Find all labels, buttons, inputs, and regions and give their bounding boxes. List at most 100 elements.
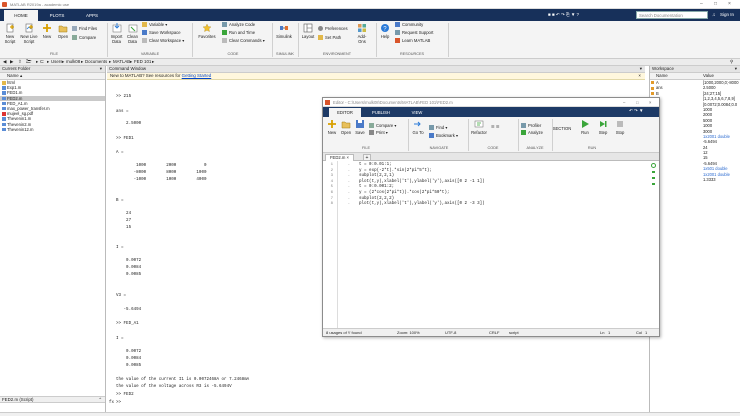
editor-analyze-button[interactable]: Analyze (521, 130, 543, 136)
community-button[interactable]: Community (395, 22, 423, 28)
file-tab-fed2[interactable]: FED2.m × (325, 154, 354, 161)
new-script-button[interactable]: New Script (2, 23, 18, 44)
open-button[interactable]: Open (56, 23, 70, 39)
breakpoint-marker[interactable]: - (340, 202, 350, 206)
add-tab-button[interactable]: + (363, 154, 371, 161)
editor-profiler-button[interactable]: Profiler (521, 123, 541, 129)
file-details-bar[interactable]: FED2.m (Script) ⌃ (0, 395, 105, 403)
editor-indent-buttons[interactable]: ☰ ☰ (491, 124, 500, 130)
new-live-script-button[interactable]: New Live Script (20, 23, 38, 44)
save-workspace-button[interactable]: Save Workspace (142, 30, 181, 36)
command-line: 1000 2000 0 (116, 164, 207, 168)
new-variable-button[interactable]: Variable ▾ (142, 22, 167, 28)
breakpoint-marker[interactable]: - (340, 191, 350, 195)
editor-stop-button[interactable]: Stop (613, 119, 627, 135)
breadcrumb-4[interactable]: MATLAB (113, 59, 130, 65)
editor-open-button[interactable]: Open (340, 119, 352, 135)
breadcrumb-3[interactable]: Documents (85, 59, 107, 65)
bell-icon[interactable]: ♫ (712, 11, 715, 19)
tab-home[interactable]: HOME (4, 10, 38, 21)
maximize-icon[interactable]: □ (714, 1, 717, 7)
breakpoint-marker[interactable]: - (340, 197, 350, 201)
compare-button[interactable]: Compare (72, 35, 96, 41)
preferences-button[interactable]: Preferences (318, 26, 348, 32)
breakpoint-marker[interactable]: - (340, 163, 350, 167)
tab-view[interactable]: VIEW (401, 108, 433, 117)
breakpoint-marker[interactable]: - (340, 180, 350, 184)
minimize-icon[interactable]: – (623, 98, 625, 107)
editor-section-button[interactable]: SECTION (551, 126, 573, 131)
editor-new-button[interactable]: New (326, 119, 338, 135)
help-button[interactable]: ? Help (378, 23, 392, 39)
close-icon[interactable]: × (649, 98, 651, 107)
editor-bookmark-button[interactable]: Bookmark ▾ (429, 133, 458, 139)
layout-button[interactable]: Layout (300, 23, 316, 39)
list-item[interactable]: Thevenin12.m (0, 127, 105, 132)
tab-apps[interactable]: APPS (75, 10, 109, 21)
analyzer-marker[interactable] (652, 171, 655, 173)
panel-menu-icon[interactable]: ▾ (640, 66, 642, 72)
set-path-button[interactable]: Set Path (318, 35, 341, 41)
analyze-code-button[interactable]: Analyze Code (222, 22, 255, 28)
table-row[interactable]: 1.3333 (650, 177, 740, 182)
close-banner-icon[interactable]: × (638, 73, 641, 79)
breakpoint-marker[interactable]: - (340, 185, 350, 189)
breadcrumb-1[interactable]: Users (51, 59, 62, 65)
editor-refactor-button[interactable]: Refactor (470, 119, 488, 135)
run-and-time-button[interactable]: Run and Time (222, 30, 255, 36)
breadcrumb-0[interactable]: C: (40, 59, 44, 65)
up-folder-icon[interactable]: ⇧ (18, 59, 22, 65)
name-column-header[interactable]: Name ▴ (0, 73, 105, 80)
editor-find-button[interactable]: Find ▾ (429, 125, 447, 131)
editor-quick-icons[interactable]: ↶ ↷ ▼ (629, 108, 644, 114)
browse-folder-icon[interactable]: 🗁 (26, 59, 31, 65)
tab-plots[interactable]: PLOTS (40, 10, 74, 21)
editor-step-button[interactable]: Step (596, 119, 610, 135)
analyzer-marker[interactable] (652, 177, 655, 179)
workspace-header: Workspace ▾ (650, 66, 740, 73)
forward-icon[interactable]: ▶ (10, 59, 13, 65)
addons-button[interactable]: Add-Ons (354, 23, 370, 44)
close-icon[interactable]: × (728, 1, 731, 7)
getting-started-link[interactable]: Getting Started (182, 73, 212, 78)
editor-compare-button[interactable]: Compare ▾ (369, 123, 397, 129)
search-documentation-input[interactable]: Search Documentation (636, 11, 708, 19)
new-button[interactable]: New (40, 23, 54, 39)
command-prompt[interactable]: >> (116, 401, 121, 405)
sign-in-link[interactable]: Sign In (720, 11, 734, 19)
back-icon[interactable]: ◀ (3, 59, 6, 65)
search-icon[interactable]: ⚲ (730, 59, 733, 65)
breadcrumb-5[interactable]: FED 101 (134, 59, 151, 65)
value-column-label[interactable]: Value (703, 73, 714, 79)
find-files-button[interactable]: Find Files (72, 26, 97, 32)
code-editor[interactable]: 1 - t = 0:0.01:1; 2 - y = exp(-2*t).*sin(2*pi… (323, 161, 659, 328)
panel-menu-icon[interactable]: ▾ (100, 66, 102, 72)
editor-goto-button[interactable]: Go To (411, 119, 425, 135)
name-column-label[interactable]: Name (656, 73, 668, 78)
editor-run-button[interactable]: Run (578, 119, 592, 135)
quick-access-icons[interactable]: ■ ■ ↶ ↷ ⎘ ▼ ? (548, 11, 579, 19)
panel-menu-icon[interactable]: ▾ (735, 66, 737, 72)
editor-save-button[interactable]: Save (354, 119, 366, 135)
close-tab-icon[interactable]: × (347, 155, 349, 160)
maximize-icon[interactable]: □ (636, 98, 639, 107)
code-analyzer-ok-icon[interactable] (651, 163, 656, 168)
simulink-button[interactable]: Simulink (274, 23, 294, 39)
analyzer-marker[interactable] (652, 183, 655, 185)
tab-editor[interactable]: EDITOR (329, 108, 361, 117)
breadcrumb-2[interactable]: mulk08 (66, 59, 80, 65)
editor-print-button[interactable]: Print ▾ (369, 130, 388, 136)
clear-workspace-button[interactable]: Clear Workspace ▾ (142, 38, 184, 44)
clear-commands-button[interactable]: Clear Commands ▾ (222, 38, 265, 44)
minimize-icon[interactable]: – (700, 1, 703, 7)
tab-publish[interactable]: PUBLISH (365, 108, 397, 117)
breakpoint-marker[interactable]: - (340, 174, 350, 178)
breakpoint-marker[interactable]: - (340, 169, 350, 173)
request-support-button[interactable]: Request Support (395, 30, 433, 36)
import-data-button[interactable]: Import Data (109, 23, 124, 44)
editor-run-label: Run (581, 130, 589, 135)
current-folder-panel: Current Folder ▾ Name ▴ html Exp1.m FED1… (0, 66, 106, 412)
favorites-button[interactable]: Favorites (196, 23, 218, 39)
learn-matlab-button[interactable]: Learn MATLAB (395, 38, 430, 44)
clean-data-button[interactable]: Clean Data (125, 23, 140, 44)
